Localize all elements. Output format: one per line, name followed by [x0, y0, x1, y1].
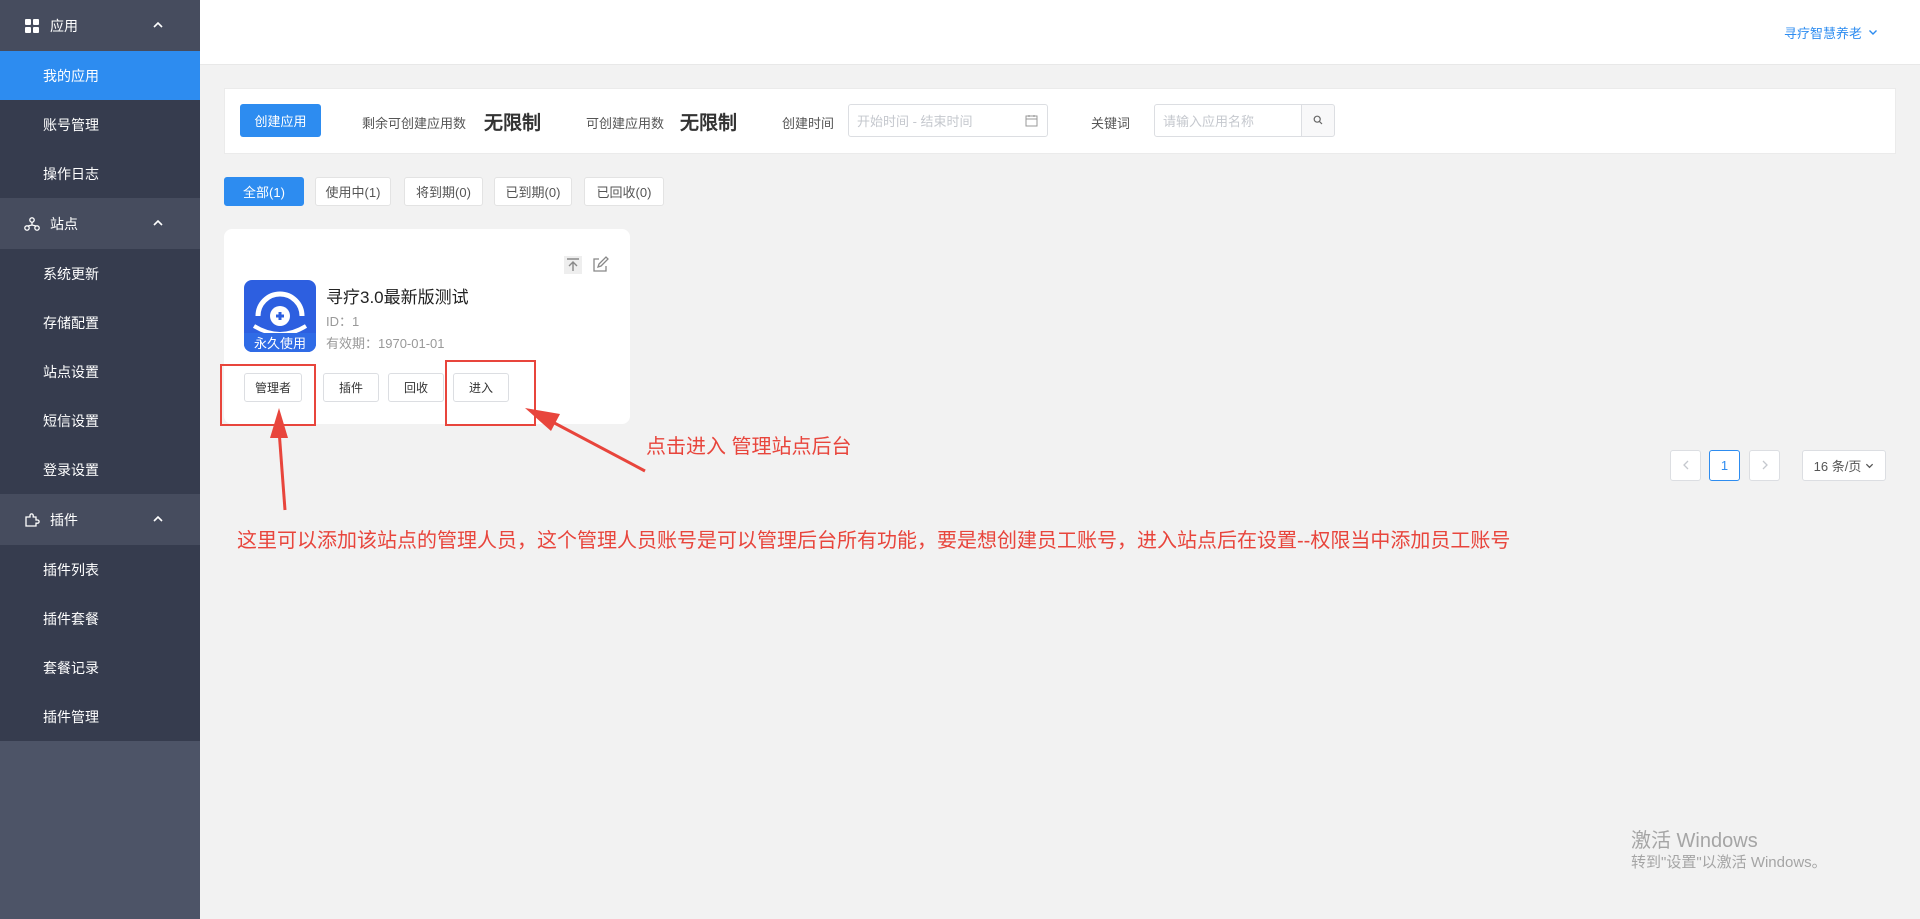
- arrow-to-manager: [270, 408, 288, 511]
- annotation-arrows: [270, 408, 646, 511]
- arrow-to-enter: [525, 408, 646, 473]
- annotation-enter-text: 点击进入 管理站点后台: [646, 436, 852, 458]
- windows-activation-hint: 转到"设置"以激活 Windows。: [1631, 854, 1827, 871]
- annotation-manager-text: 这里可以添加该站点的管理人员，这个管理人员账号是可以管理后台所有功能，要是想创建…: [237, 530, 1511, 552]
- windows-activation-title: 激活 Windows: [1631, 830, 1758, 852]
